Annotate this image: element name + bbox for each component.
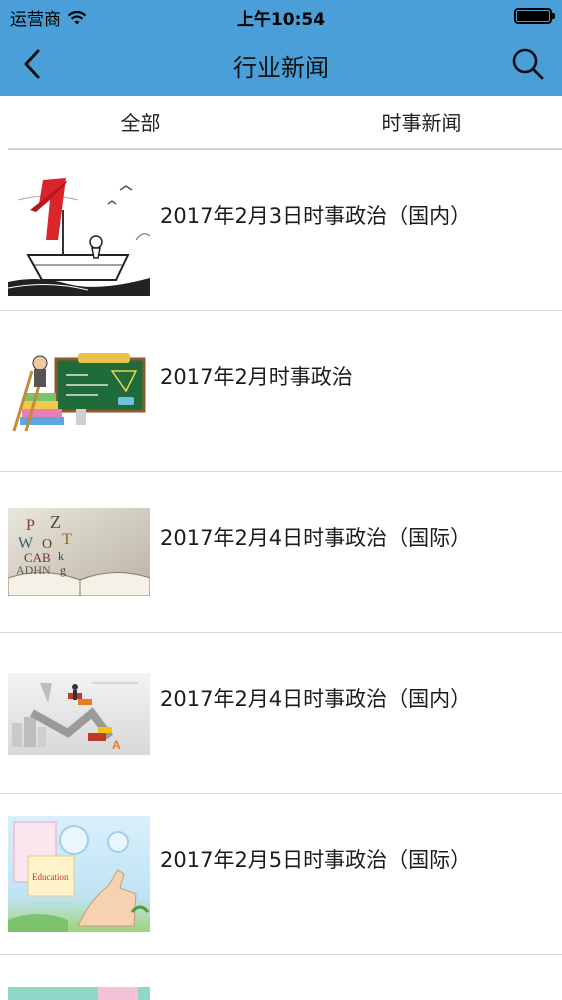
city-stairs-thumbnail: A	[8, 673, 150, 755]
news-list: 2017年2月3日时事政治（国内） 2017年2月时事政治 P Z W O T …	[0, 150, 562, 1000]
news-title: 2017年2月5日时事政治（国际）	[160, 848, 472, 872]
tab-bar: 全部 时事新闻	[0, 96, 562, 150]
education-hand-thumbnail: Education	[8, 816, 150, 932]
news-title: 2017年2月时事政治	[160, 365, 353, 389]
list-item[interactable]	[0, 955, 562, 1000]
svg-text:ADHN: ADHN	[16, 563, 51, 577]
chalkboard-thumbnail	[8, 351, 150, 433]
list-item[interactable]: P Z W O T CAB k ADHN g 2017年2月4日时事政治（国际）	[0, 472, 562, 633]
header: 运营商 上午10:54 行业新闻	[0, 0, 562, 96]
list-item[interactable]: Education 2017年2月5日时事政治（国际）	[0, 794, 562, 955]
search-button[interactable]	[508, 44, 548, 84]
list-item[interactable]: 2017年2月3日时事政治（国内）	[0, 150, 562, 311]
news-title: 2017年2月3日时事政治（国内）	[160, 204, 472, 228]
nav-bar: 行业新闻	[0, 32, 562, 96]
news-title: 2017年2月4日时事政治（国际）	[160, 526, 472, 550]
search-icon	[512, 48, 544, 80]
status-bar: 运营商 上午10:54	[0, 0, 562, 32]
boat-thumbnail	[8, 170, 150, 296]
svg-text:T: T	[62, 531, 72, 548]
svg-text:Z: Z	[50, 512, 61, 532]
tab-current-news[interactable]: 时事新闻	[281, 96, 562, 150]
partial-thumbnail	[8, 987, 150, 1000]
svg-text:A: A	[112, 738, 121, 752]
svg-text:g: g	[60, 563, 66, 577]
svg-text:P: P	[26, 517, 35, 534]
list-item[interactable]: 2017年2月时事政治	[0, 311, 562, 472]
page-title: 行业新闻	[233, 54, 329, 82]
svg-text:Education: Education	[32, 872, 69, 882]
svg-text:k: k	[58, 549, 64, 563]
battery-icon	[514, 8, 555, 24]
list-item[interactable]: A 2017年2月4日时事政治（国内）	[0, 633, 562, 794]
news-title: 2017年2月4日时事政治（国内）	[160, 687, 472, 711]
book-letters-thumbnail: P Z W O T CAB k ADHN g	[8, 508, 150, 596]
tab-all[interactable]: 全部	[0, 96, 281, 150]
status-time: 上午10:54	[236, 10, 326, 30]
